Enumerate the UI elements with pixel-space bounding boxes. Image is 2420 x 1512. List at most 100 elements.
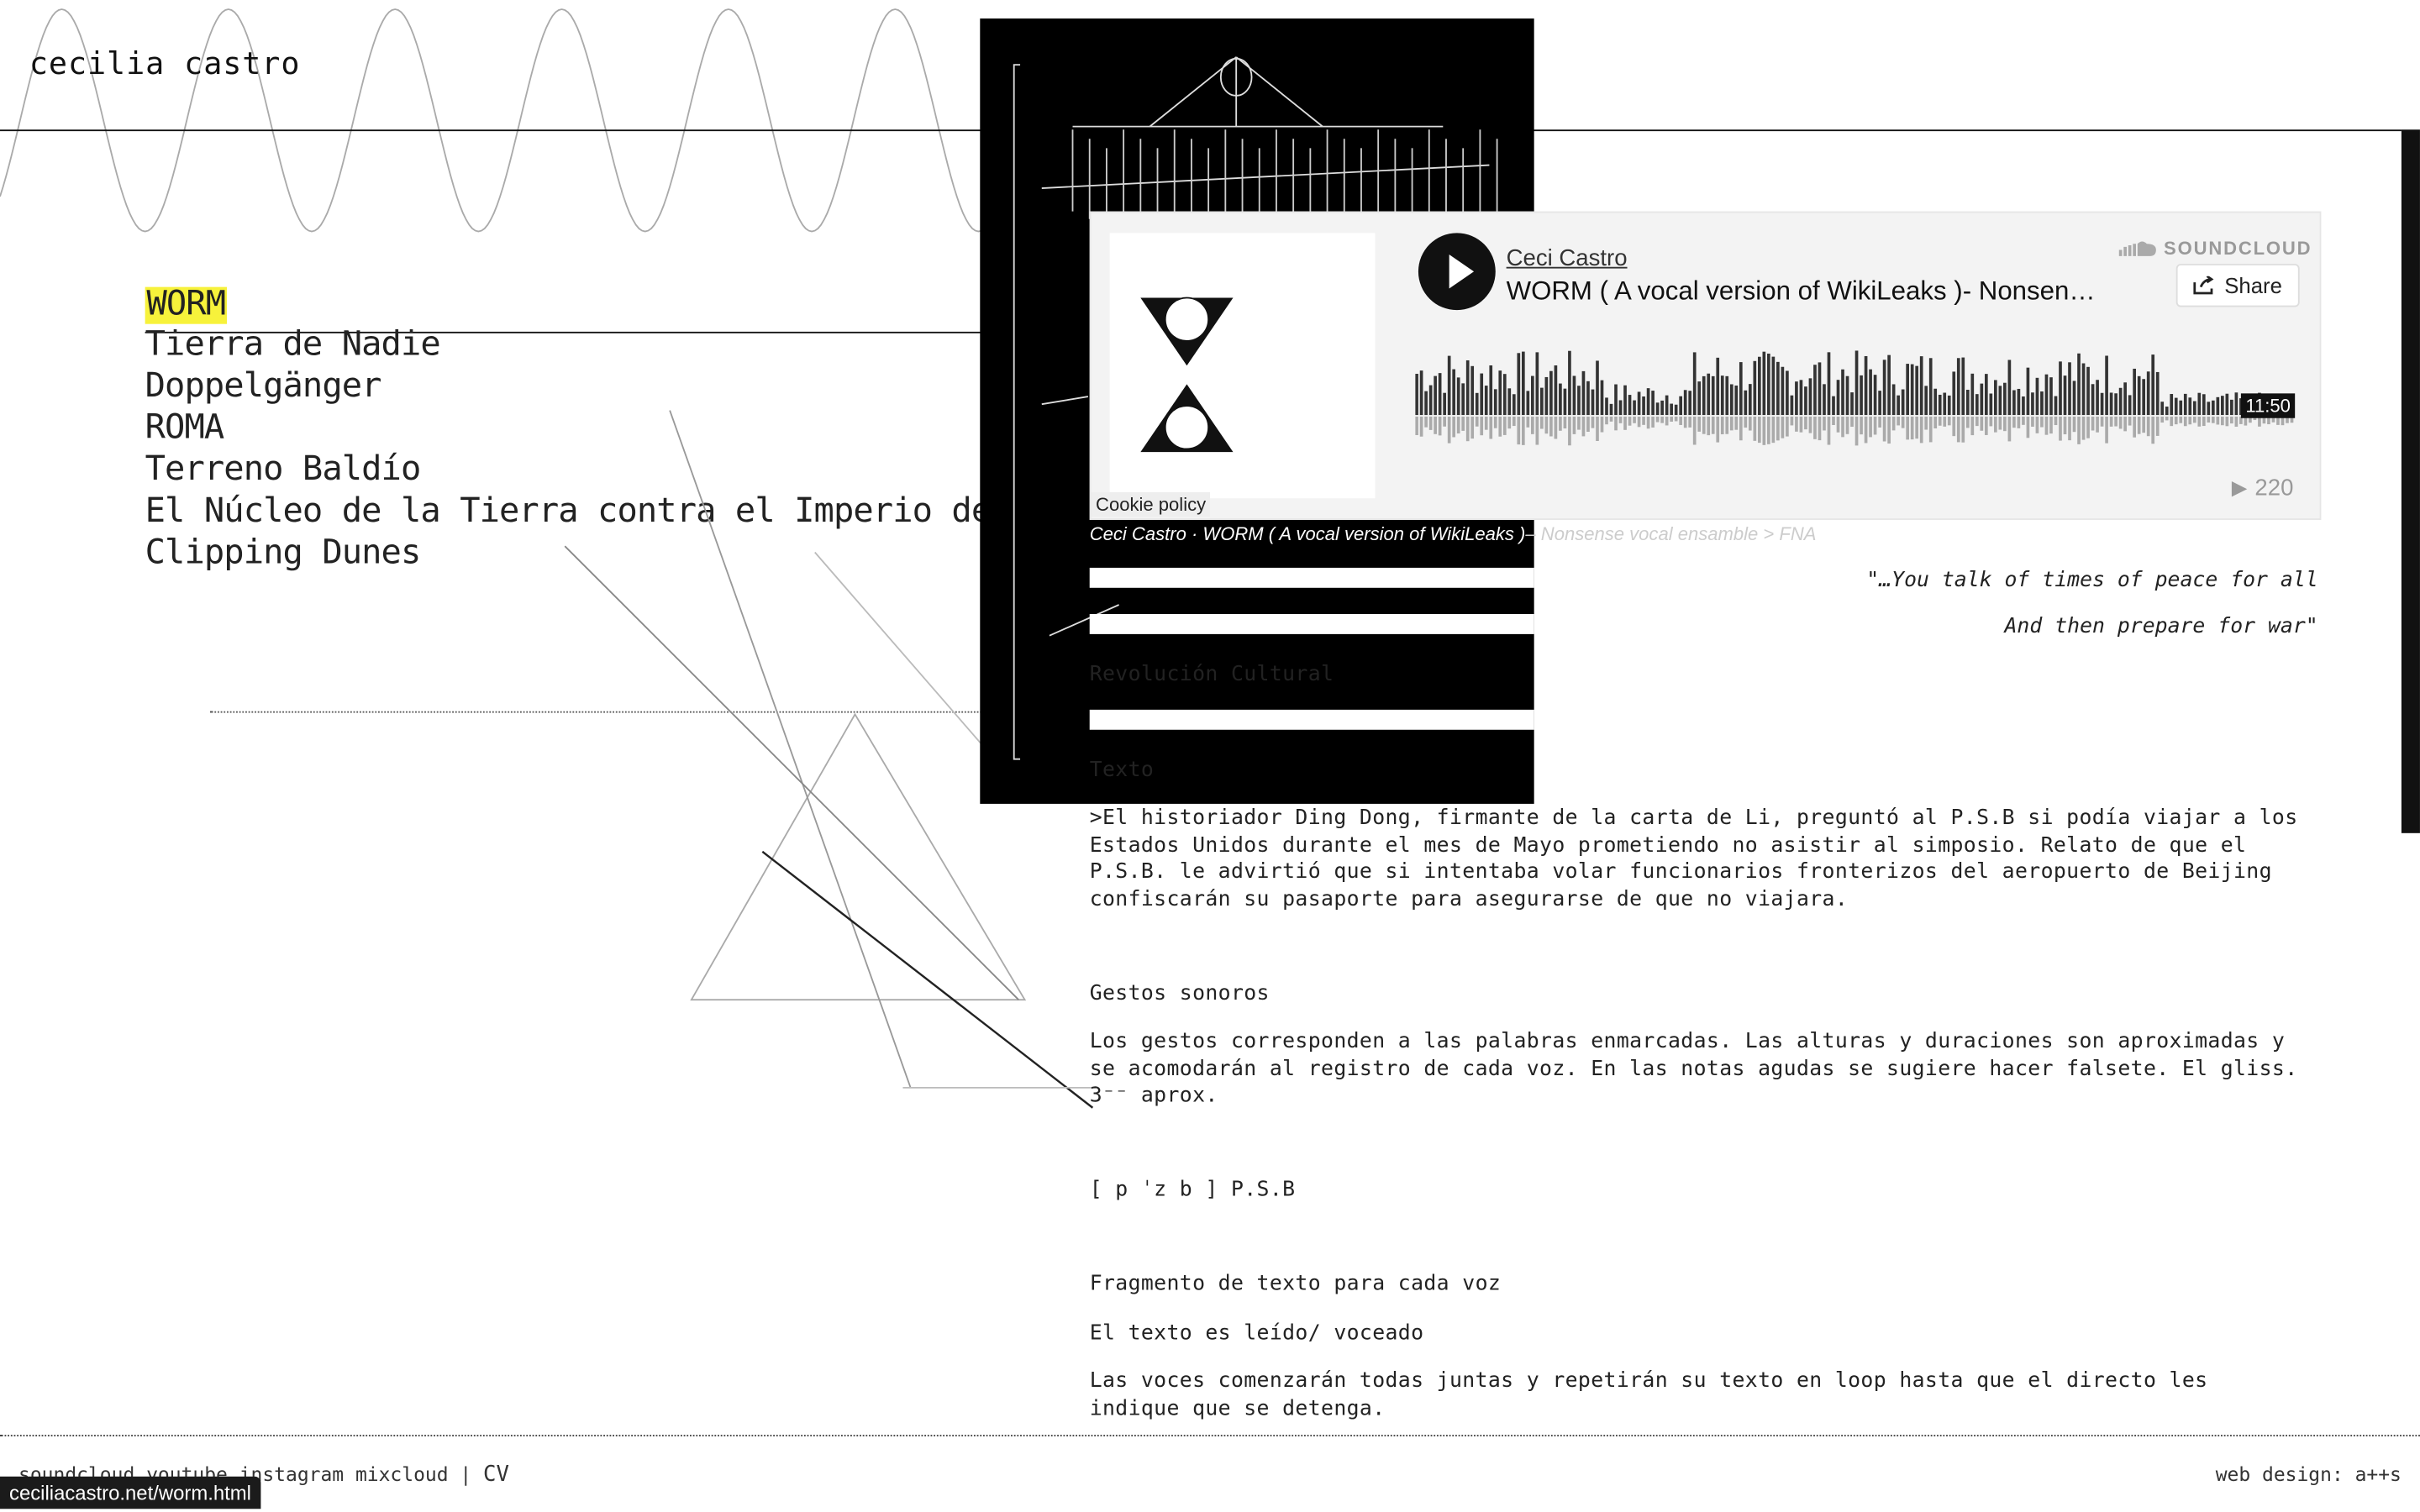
waveform-reflection-bar xyxy=(1674,416,1678,422)
waveform-bar xyxy=(1434,375,1437,416)
waveform-bar xyxy=(1860,375,1863,416)
waveform-reflection-bar xyxy=(1461,416,1465,431)
waveform-reflection-bar xyxy=(2183,416,2187,427)
share-label: Share xyxy=(2224,273,2282,298)
waveform-reflection-bar xyxy=(1577,416,1581,430)
score-stripe xyxy=(1089,709,1534,730)
waveform-reflection-bar xyxy=(1836,416,1840,433)
waveform-reflection-bar xyxy=(1994,416,1997,433)
waveform-bar xyxy=(1887,354,1891,416)
waveform-reflection-bar xyxy=(2221,416,2224,426)
waveform-reflection-bar xyxy=(1841,416,1844,438)
waveform-reflection-bar xyxy=(1443,416,1446,427)
waveform-reflection-bar xyxy=(2100,416,2104,427)
paragraph-historian: >El historiador Ding Dong, firmante de l… xyxy=(1089,805,2298,911)
waveform-reflection-bar xyxy=(2054,416,2058,426)
waveform-reflection-bar xyxy=(1933,416,1938,429)
waveform-bar xyxy=(1965,390,1970,416)
waveform-bar xyxy=(1549,370,1553,416)
waveform-reflection-bar xyxy=(2211,416,2215,423)
waveform-reflection-bar xyxy=(1642,416,1645,425)
footer-separator: | xyxy=(460,1462,472,1486)
player-caption-link[interactable]: Ceci Castro · WORM ( A vocal version of … xyxy=(1090,523,1526,545)
waveform-reflection-bar xyxy=(1762,416,1766,445)
waveform-bar xyxy=(1873,375,1877,416)
waveform-bar xyxy=(2068,362,2071,416)
waveform-bar xyxy=(1424,391,1428,416)
waveform-reflection-bar xyxy=(1452,416,1456,438)
waveform-bar xyxy=(1841,369,1844,416)
waveform-reflection-bar xyxy=(1535,416,1539,445)
waveform-bar xyxy=(2040,391,2044,416)
waveform-bar xyxy=(2225,393,2229,416)
waveform-bar xyxy=(1609,403,1613,416)
waveform-reflection-bar xyxy=(2109,416,2113,427)
waveform-bar xyxy=(1711,375,1715,416)
waveform-bar xyxy=(1456,377,1460,416)
waveform-bar xyxy=(1928,358,1933,416)
waveform-reflection-bar xyxy=(2031,416,2034,427)
waveform-reflection-bar xyxy=(2128,416,2132,426)
waveform-reflection-bar xyxy=(1493,416,1497,428)
waveform-reflection-bar xyxy=(1559,416,1562,431)
nav-item-worm[interactable]: WORM xyxy=(145,286,227,324)
waveform-bar xyxy=(2086,366,2090,416)
waveform-reflection-bar xyxy=(1860,416,1863,435)
nav-item-tierra-de-nadie[interactable]: Tierra de Nadie xyxy=(145,324,1070,366)
waveform-reflection-bar xyxy=(1549,416,1553,437)
waveform-bar xyxy=(2221,396,2224,416)
waveform-bar xyxy=(2105,355,2108,416)
waveform-bar xyxy=(1535,352,1539,416)
waveform-reflection-bar xyxy=(2137,416,2141,434)
waveform-reflection-bar xyxy=(1891,416,1896,431)
waveform-bar xyxy=(2072,381,2076,416)
waveform-bar xyxy=(1521,351,1525,416)
waveform-reflection-bar xyxy=(1776,416,1780,441)
waveform-bar xyxy=(1679,396,1683,416)
play-icon[interactable] xyxy=(1418,233,1496,311)
waveform-reflection-bar xyxy=(2151,416,2155,444)
cv-link[interactable]: CV xyxy=(483,1462,509,1487)
waveform-reflection-bar xyxy=(2044,416,2049,435)
waveform-bar xyxy=(1498,370,1502,416)
track-artwork[interactable] xyxy=(1109,233,1376,499)
waveform-bar xyxy=(1961,357,1965,416)
waveform-reflection-bar xyxy=(2207,416,2211,423)
waveform[interactable] xyxy=(1415,345,2301,454)
waveform-bar xyxy=(2100,392,2104,416)
waveform-bar xyxy=(2081,363,2086,416)
cookie-policy-link[interactable]: Cookie policy xyxy=(1091,491,1211,517)
waveform-reflection-bar xyxy=(1521,416,1525,445)
track-title[interactable]: WORM ( A vocal version of WikiLeaks )- N… xyxy=(1507,276,2101,307)
waveform-bar xyxy=(1447,355,1451,416)
heading-revolucion-cultural: Revolución Cultural xyxy=(1089,661,1334,687)
waveform-bar xyxy=(1428,385,1433,416)
share-button[interactable]: Share xyxy=(2175,264,2300,307)
waveform-bar xyxy=(1827,352,1831,416)
waveform-bar xyxy=(2197,392,2202,416)
player-caption-rest[interactable]: – Nonsense vocal ensamble > FNA xyxy=(1525,523,1816,545)
soundcloud-logo[interactable]: SOUNDCLOUD xyxy=(2118,238,2312,260)
waveform-bar xyxy=(1758,356,1761,416)
waveform-reflection-bar xyxy=(1818,416,1822,441)
site-title[interactable]: cecilia castro xyxy=(29,45,300,81)
waveform-reflection-bar xyxy=(1804,416,1807,430)
waveform-bar xyxy=(1818,362,1822,416)
mixcloud-link[interactable]: mixcloud xyxy=(355,1462,449,1486)
waveform-reflection-bar xyxy=(1869,416,1872,438)
waveform-bar xyxy=(1526,391,1530,416)
waveform-reflection-bar xyxy=(2017,416,2021,428)
waveform-bar xyxy=(1502,374,1507,416)
web-design-credit[interactable]: web design: a++s xyxy=(2216,1462,2402,1486)
waveform-reflection-bar xyxy=(1850,416,1854,428)
waveform-bar xyxy=(1956,358,1960,416)
waveform-reflection-bar xyxy=(1729,416,1733,431)
waveform-bar xyxy=(1998,386,2002,416)
waveform-reflection-bar xyxy=(2091,416,2095,431)
track-artist-link[interactable]: Ceci Castro xyxy=(1507,245,1628,271)
waveform-reflection-bar xyxy=(1965,416,1970,428)
waveform-reflection-bar xyxy=(2096,416,2099,433)
waveform-bar xyxy=(2012,390,2016,416)
waveform-reflection-bar xyxy=(1438,416,1442,436)
page-scrollbar[interactable] xyxy=(2401,129,2420,833)
